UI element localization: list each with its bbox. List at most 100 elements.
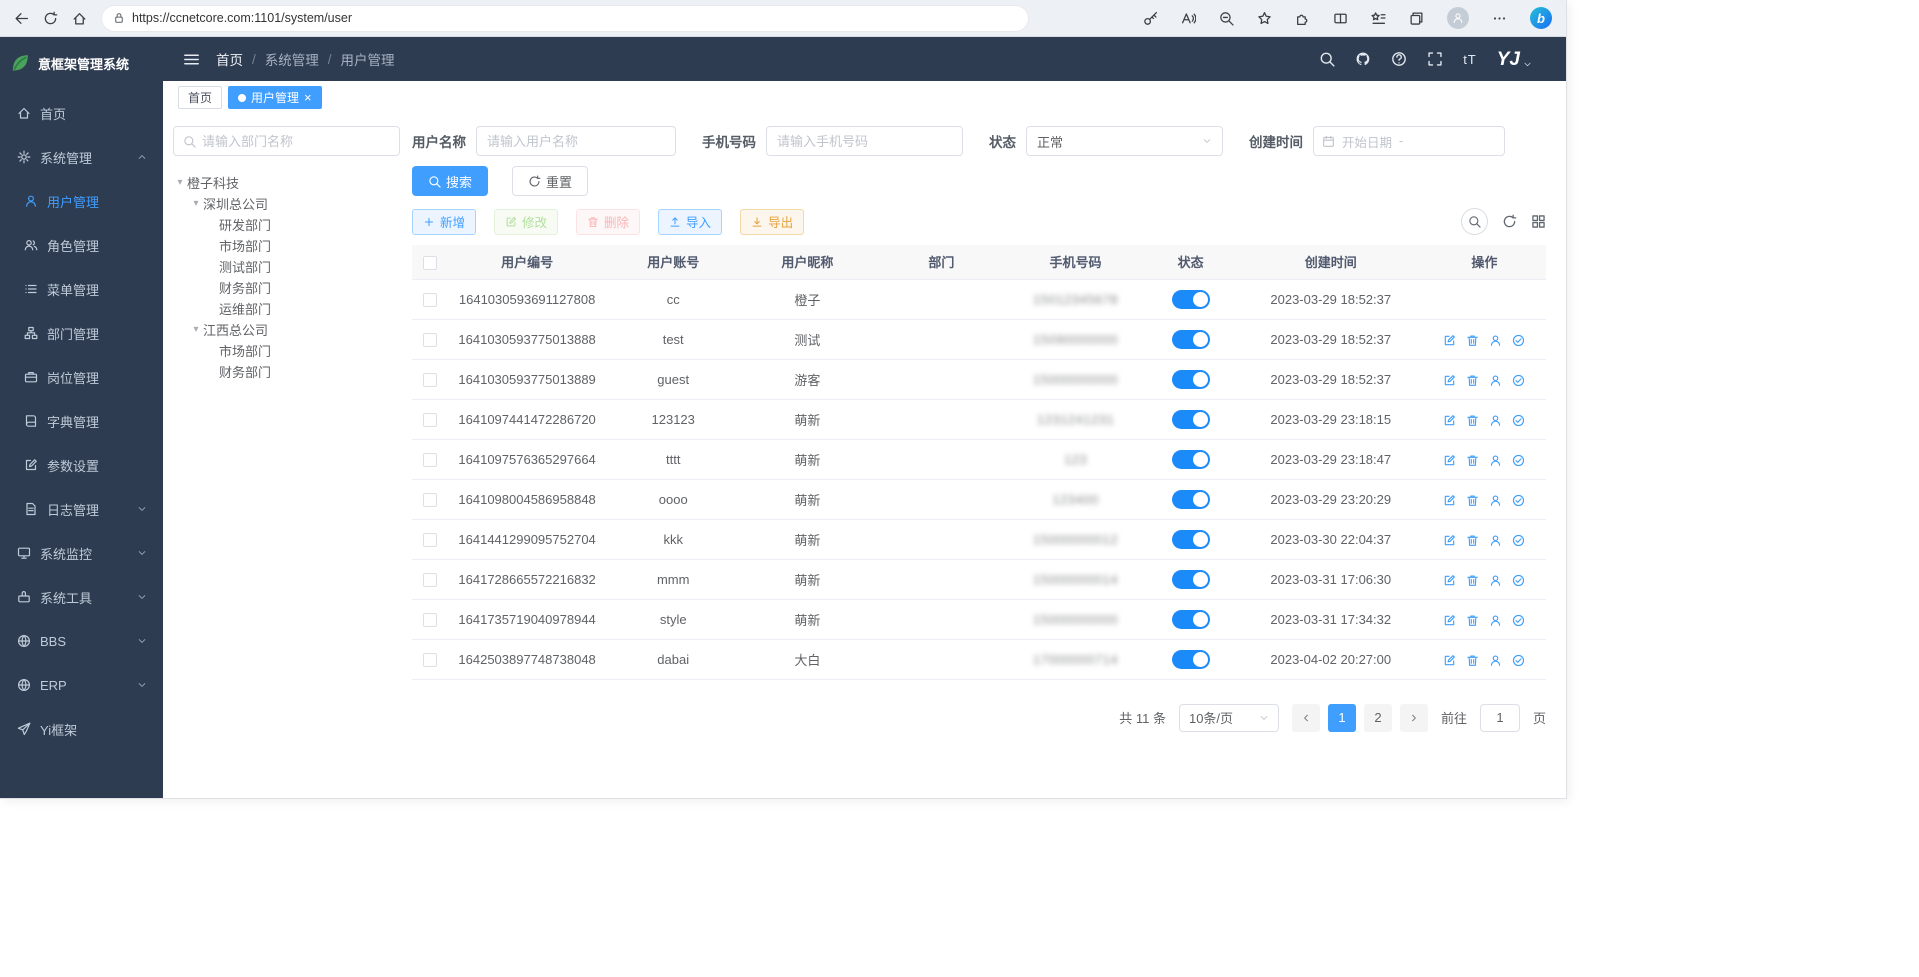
status-toggle[interactable] bbox=[1172, 330, 1210, 349]
collections-icon[interactable] bbox=[1409, 11, 1424, 26]
row-checkbox[interactable] bbox=[423, 613, 437, 627]
sidebar-item-dict[interactable]: 字典管理 bbox=[0, 399, 163, 443]
export-button[interactable]: 导出 bbox=[740, 209, 804, 235]
reset-password-button[interactable] bbox=[1489, 454, 1502, 467]
close-icon[interactable]: × bbox=[304, 91, 312, 104]
reset-password-button[interactable] bbox=[1489, 494, 1502, 507]
edit-row-button[interactable] bbox=[1443, 574, 1456, 587]
user-menu[interactable]: YJ bbox=[1497, 50, 1532, 69]
assign-role-button[interactable] bbox=[1512, 494, 1525, 507]
breadcrumb-item[interactable]: 用户管理 bbox=[341, 49, 395, 69]
reset-password-button[interactable] bbox=[1489, 334, 1502, 347]
sidebar-item-erp[interactable]: ERP bbox=[0, 663, 163, 707]
breadcrumb-item[interactable]: 首页 bbox=[216, 49, 243, 69]
status-toggle[interactable] bbox=[1172, 610, 1210, 629]
assign-role-button[interactable] bbox=[1512, 374, 1525, 387]
start-date-placeholder[interactable]: 开始日期 bbox=[1342, 132, 1392, 151]
select-all-checkbox[interactable] bbox=[423, 256, 437, 270]
assign-role-button[interactable] bbox=[1512, 614, 1525, 627]
username-input[interactable] bbox=[476, 126, 676, 156]
profile-avatar[interactable] bbox=[1447, 7, 1469, 29]
favorites-bar-icon[interactable] bbox=[1371, 11, 1386, 26]
more-options-icon[interactable] bbox=[1492, 11, 1507, 26]
delete-row-button[interactable] bbox=[1466, 534, 1479, 547]
read-aloud-icon[interactable] bbox=[1181, 11, 1196, 26]
password-key-icon[interactable] bbox=[1143, 11, 1158, 26]
sidebar-item-user[interactable]: 用户管理 bbox=[0, 179, 163, 223]
sidebar-item-post[interactable]: 岗位管理 bbox=[0, 355, 163, 399]
zoom-icon[interactable] bbox=[1219, 11, 1234, 26]
edit-row-button[interactable] bbox=[1443, 374, 1456, 387]
edit-row-button[interactable] bbox=[1443, 614, 1456, 627]
tree-node[interactable]: 财务部门 bbox=[173, 361, 400, 382]
extensions-icon[interactable] bbox=[1295, 11, 1310, 26]
reset-password-button[interactable] bbox=[1489, 614, 1502, 627]
sidebar-item-home[interactable]: 首页 bbox=[0, 91, 163, 135]
page-button[interactable]: 2 bbox=[1364, 704, 1392, 732]
show-search-button[interactable] bbox=[1461, 208, 1488, 235]
assign-role-button[interactable] bbox=[1512, 454, 1525, 467]
row-checkbox[interactable] bbox=[423, 333, 437, 347]
reset-password-button[interactable] bbox=[1489, 374, 1502, 387]
reset-password-button[interactable] bbox=[1489, 574, 1502, 587]
collapse-sidebar-button[interactable] bbox=[183, 51, 200, 68]
edit-row-button[interactable] bbox=[1443, 534, 1456, 547]
goto-page-input[interactable] bbox=[1480, 704, 1520, 732]
delete-row-button[interactable] bbox=[1466, 414, 1479, 427]
phone-input[interactable] bbox=[766, 126, 963, 156]
assign-role-button[interactable] bbox=[1512, 534, 1525, 547]
assign-role-button[interactable] bbox=[1512, 414, 1525, 427]
row-checkbox[interactable] bbox=[423, 573, 437, 587]
delete-row-button[interactable] bbox=[1466, 334, 1479, 347]
status-toggle[interactable] bbox=[1172, 570, 1210, 589]
column-settings-button[interactable] bbox=[1531, 214, 1546, 229]
edit-button[interactable]: 修改 bbox=[494, 209, 558, 235]
row-checkbox[interactable] bbox=[423, 493, 437, 507]
status-toggle[interactable] bbox=[1172, 290, 1210, 309]
sidebar-item-tool[interactable]: 系统工具 bbox=[0, 575, 163, 619]
status-toggle[interactable] bbox=[1172, 410, 1210, 429]
delete-row-button[interactable] bbox=[1466, 614, 1479, 627]
tree-node[interactable]: ▾深圳总公司 bbox=[173, 193, 400, 214]
reset-password-button[interactable] bbox=[1489, 414, 1502, 427]
sidebar-item-config[interactable]: 参数设置 bbox=[0, 443, 163, 487]
status-toggle[interactable] bbox=[1172, 530, 1210, 549]
assign-role-button[interactable] bbox=[1512, 654, 1525, 667]
github-icon[interactable] bbox=[1355, 51, 1371, 67]
tree-node[interactable]: 市场部门 bbox=[173, 235, 400, 256]
sidebar-item-monitor[interactable]: 系统监控 bbox=[0, 531, 163, 575]
sidebar-item-log[interactable]: 日志管理 bbox=[0, 487, 163, 531]
row-checkbox[interactable] bbox=[423, 533, 437, 547]
browser-refresh-button[interactable] bbox=[43, 11, 58, 26]
search-button[interactable]: 搜索 bbox=[412, 166, 488, 196]
edit-row-button[interactable] bbox=[1443, 654, 1456, 667]
delete-button[interactable]: 删除 bbox=[576, 209, 640, 235]
edit-row-button[interactable] bbox=[1443, 494, 1456, 507]
font-size-icon[interactable]: tT bbox=[1463, 52, 1477, 67]
tree-node[interactable]: 测试部门 bbox=[173, 256, 400, 277]
sidebar-item-bbs[interactable]: BBS bbox=[0, 619, 163, 663]
delete-row-button[interactable] bbox=[1466, 574, 1479, 587]
search-icon[interactable] bbox=[1319, 51, 1335, 67]
page-button[interactable]: 1 bbox=[1328, 704, 1356, 732]
edit-row-button[interactable] bbox=[1443, 334, 1456, 347]
help-icon[interactable] bbox=[1391, 51, 1407, 67]
add-button[interactable]: 新增 bbox=[412, 209, 476, 235]
row-checkbox[interactable] bbox=[423, 413, 437, 427]
tab-home[interactable]: 首页 bbox=[178, 86, 222, 109]
status-select[interactable]: 正常 bbox=[1026, 126, 1223, 156]
url-text[interactable]: https://ccnetcore.com:1101/system/user bbox=[132, 11, 352, 25]
edit-row-button[interactable] bbox=[1443, 454, 1456, 467]
assign-role-button[interactable] bbox=[1512, 334, 1525, 347]
fullscreen-icon[interactable] bbox=[1427, 51, 1443, 67]
row-checkbox[interactable] bbox=[423, 653, 437, 667]
row-checkbox[interactable] bbox=[423, 453, 437, 467]
delete-row-button[interactable] bbox=[1466, 374, 1479, 387]
status-toggle[interactable] bbox=[1172, 490, 1210, 509]
assign-role-button[interactable] bbox=[1512, 574, 1525, 587]
sidebar-item-dept[interactable]: 部门管理 bbox=[0, 311, 163, 355]
tree-node[interactable]: ▾橙子科技 bbox=[173, 172, 400, 193]
sidebar-item-system[interactable]: 系统管理 bbox=[0, 135, 163, 179]
sidebar-item-menu[interactable]: 菜单管理 bbox=[0, 267, 163, 311]
tree-node[interactable]: ▾江西总公司 bbox=[173, 319, 400, 340]
